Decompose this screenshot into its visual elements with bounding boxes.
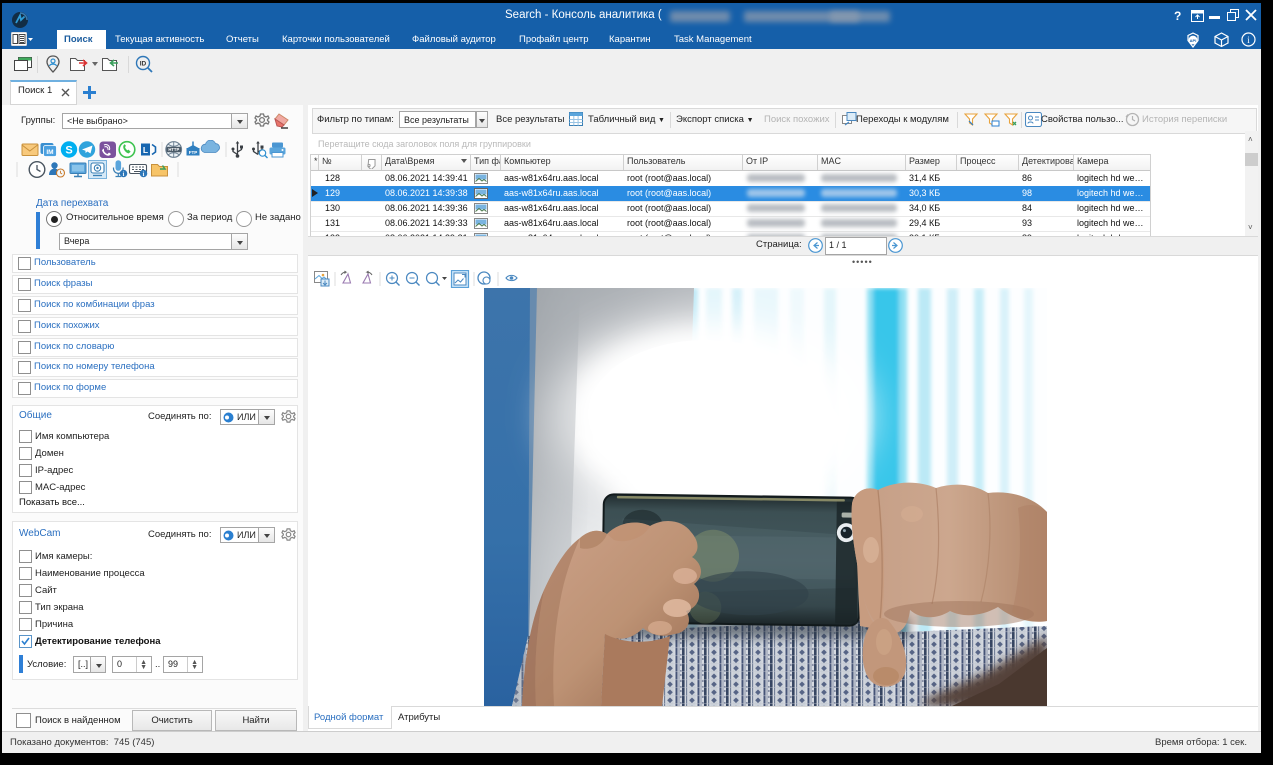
svg-text:i: i (1247, 35, 1250, 45)
svg-text:API: API (1190, 38, 1197, 43)
svg-text:HTTP: HTTP (168, 147, 179, 152)
svg-text:FTP: FTP (189, 150, 198, 155)
svg-text:S: S (65, 145, 72, 157)
svg-text:ID: ID (140, 61, 147, 68)
svg-text:L: L (143, 145, 148, 155)
svg-text:IM: IM (46, 149, 53, 156)
